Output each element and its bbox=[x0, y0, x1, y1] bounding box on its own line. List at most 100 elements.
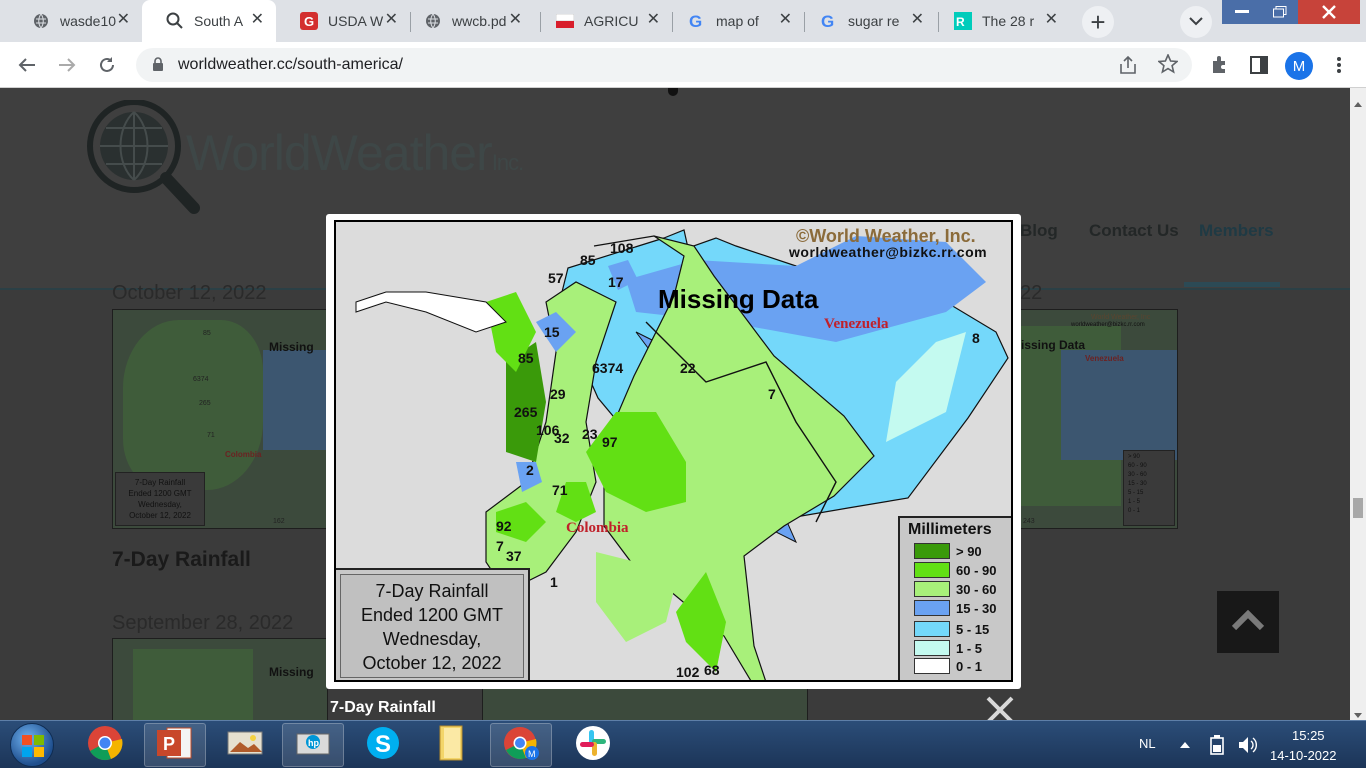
tab-6[interactable]: G sugar re ✕ bbox=[796, 0, 936, 42]
close-window-button[interactable] bbox=[1298, 0, 1360, 24]
legend-swatch bbox=[914, 658, 950, 674]
hp-icon: hp bbox=[293, 728, 333, 763]
clock-time[interactable]: 15:25 bbox=[1292, 728, 1325, 743]
profile-avatar[interactable]: M bbox=[1285, 52, 1313, 80]
windows-logo-icon bbox=[22, 735, 44, 762]
url-text[interactable]: worldweather.cc/south-america/ bbox=[178, 56, 403, 74]
tray-expand-icon[interactable] bbox=[1180, 737, 1190, 752]
taskbar-powerpoint[interactable]: P bbox=[144, 723, 206, 767]
volume-icon[interactable] bbox=[1238, 735, 1258, 758]
close-icon[interactable]: ✕ bbox=[911, 11, 924, 29]
thumb-venezuela-label: Venezuela bbox=[1085, 354, 1124, 363]
close-icon[interactable]: ✕ bbox=[647, 11, 660, 29]
restore-button[interactable] bbox=[1262, 0, 1298, 24]
thumb-title-line: Wednesday, bbox=[138, 500, 182, 509]
legend-label: 15 - 30 bbox=[956, 600, 997, 616]
chevron-down-icon bbox=[1189, 13, 1203, 31]
tab-5[interactable]: G map of ✕ bbox=[664, 0, 804, 42]
clock-date[interactable]: 14-10-2022 bbox=[1270, 748, 1337, 763]
close-icon[interactable]: ✕ bbox=[251, 11, 264, 29]
close-icon[interactable]: ✕ bbox=[779, 11, 792, 29]
rainfall-thumbnail-second[interactable]: Missing bbox=[112, 638, 328, 720]
taskbar-slack[interactable] bbox=[562, 723, 624, 767]
tab-title: USDA W bbox=[328, 13, 384, 29]
rainfall-thumbnail-second-middle[interactable] bbox=[482, 688, 808, 720]
bookmark-star-icon[interactable] bbox=[1157, 52, 1179, 79]
chrome-icon bbox=[87, 725, 123, 766]
legend-swatch bbox=[914, 621, 950, 637]
back-button[interactable] bbox=[12, 50, 42, 80]
minimize-button[interactable] bbox=[1222, 0, 1262, 24]
legend-swatch bbox=[914, 562, 950, 578]
researchgate-icon: R bbox=[954, 12, 972, 30]
tab-0[interactable]: wasde10 ✕ bbox=[8, 0, 142, 42]
map-legend: Millimeters > 90 60 - 90 30 - 60 15 - 30… bbox=[898, 516, 1011, 680]
legend-row: 5 - 15 bbox=[914, 620, 989, 638]
legend-swatch bbox=[914, 581, 950, 597]
thumb-value: 243 bbox=[1023, 518, 1035, 525]
tab-4[interactable]: AGRICU ✕ bbox=[532, 0, 672, 42]
map-value: 97 bbox=[602, 434, 618, 450]
taskbar-explorer[interactable] bbox=[420, 723, 482, 767]
taskbar-chrome[interactable] bbox=[74, 723, 136, 767]
close-icon[interactable]: ✕ bbox=[509, 11, 522, 29]
tab-search-button[interactable] bbox=[1180, 6, 1212, 38]
start-button[interactable] bbox=[10, 723, 54, 767]
side-panel-icon[interactable] bbox=[1244, 50, 1274, 80]
extensions-icon[interactable] bbox=[1204, 50, 1234, 80]
taskbar-chrome-profile[interactable]: M bbox=[490, 723, 552, 767]
lightbox-dialog: ©World Weather, Inc. worldweather@bizkc.… bbox=[326, 214, 1021, 689]
tab-title: wwcb.pd bbox=[452, 13, 507, 29]
close-icon[interactable]: ✕ bbox=[1045, 11, 1058, 29]
menu-kebab-icon[interactable] bbox=[1324, 50, 1354, 80]
map-value: 6374 bbox=[592, 360, 624, 376]
legend-row: 1 - 5 bbox=[914, 639, 982, 657]
tab-2[interactable]: G USDA W ✕ bbox=[276, 0, 410, 42]
close-icon[interactable]: ✕ bbox=[117, 11, 130, 29]
vertical-scrollbar[interactable] bbox=[1350, 88, 1366, 720]
nav-blog[interactable]: Blog bbox=[1020, 221, 1058, 241]
map-value: 92 bbox=[496, 518, 512, 534]
battery-icon[interactable] bbox=[1208, 735, 1226, 758]
legend-label: 5 - 15 bbox=[956, 621, 990, 637]
share-icon[interactable] bbox=[1118, 55, 1138, 80]
language-indicator[interactable]: NL bbox=[1139, 736, 1156, 751]
rainfall-thumbnail-left[interactable]: Missing Colombia 85 6374 265 71 162 7-Da… bbox=[112, 309, 328, 529]
thumb-legend-row: 0 - 1 bbox=[1128, 508, 1141, 514]
thumb-legend: > 90 60 - 90 30 - 60 15 - 30 5 - 15 1 - … bbox=[1123, 450, 1175, 526]
tab-7[interactable]: R The 28 r ✕ bbox=[930, 0, 1070, 42]
scroll-up-icon[interactable] bbox=[1354, 94, 1362, 112]
map-value: 23 bbox=[582, 426, 598, 442]
lock-icon[interactable] bbox=[152, 57, 164, 77]
scroll-thumb[interactable] bbox=[1353, 498, 1363, 518]
tab-title: AGRICU bbox=[584, 13, 639, 29]
thumb-country-label: Colombia bbox=[225, 450, 262, 459]
slack-icon bbox=[575, 725, 611, 766]
nav-members[interactable]: Members bbox=[1199, 221, 1274, 241]
lightbox-caption: 7-Day Rainfall bbox=[330, 699, 436, 716]
map-value: 22 bbox=[680, 360, 696, 376]
thumb-missing-label: Missing bbox=[269, 340, 314, 354]
new-tab-button[interactable]: + bbox=[1082, 6, 1114, 38]
address-bar[interactable]: worldweather.cc/south-america/ bbox=[136, 48, 1192, 82]
taskbar-skype[interactable]: S bbox=[352, 723, 414, 767]
globe-icon bbox=[32, 12, 50, 30]
rainfall-thumbnail-right[interactable]: issing Data Venezuela World Weather, Inc… bbox=[1020, 309, 1178, 529]
nav-contact-us[interactable]: Contact Us bbox=[1089, 221, 1179, 241]
back-to-top-button[interactable] bbox=[1217, 591, 1279, 653]
tab-strip: wasde10 ✕ South A ✕ G USDA W ✕ wwcb.pd ✕… bbox=[0, 0, 1366, 42]
taskbar-hp[interactable]: hp bbox=[282, 723, 344, 767]
browser-toolbar: worldweather.cc/south-america/ M bbox=[0, 42, 1366, 88]
tab-1-active[interactable]: South A ✕ bbox=[142, 0, 276, 42]
forward-button[interactable] bbox=[52, 50, 82, 80]
section-caption: 7-Day Rainfall bbox=[112, 548, 251, 571]
rainfall-map: ©World Weather, Inc. worldweather@bizkc.… bbox=[334, 220, 1013, 682]
usda-icon: G bbox=[300, 12, 318, 30]
map-value: 85 bbox=[580, 252, 596, 268]
reload-button[interactable] bbox=[92, 50, 122, 80]
tab-3[interactable]: wwcb.pd ✕ bbox=[400, 0, 534, 42]
search-icon bbox=[166, 12, 184, 30]
taskbar-photo-viewer[interactable] bbox=[214, 723, 276, 767]
thumb-title-line: Ended 1200 GMT bbox=[128, 489, 192, 498]
close-icon[interactable]: ✕ bbox=[385, 11, 398, 29]
